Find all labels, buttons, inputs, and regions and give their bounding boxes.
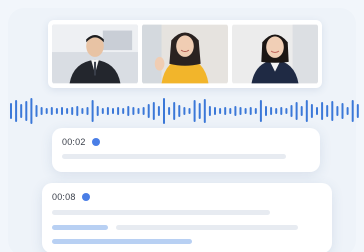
waveform-bar <box>40 107 43 115</box>
video-tile-participant-1[interactable] <box>52 24 138 84</box>
waveform-bar <box>300 106 303 116</box>
video-tile-participant-3[interactable] <box>232 24 318 84</box>
audio-waveform <box>8 96 364 126</box>
waveform-bar <box>280 107 283 115</box>
waveform-bar <box>208 106 211 116</box>
waveform-bar <box>30 98 33 124</box>
waveform-bar <box>137 108 140 114</box>
participant-avatar-woman-navy <box>232 24 318 84</box>
waveform-bar <box>275 108 278 114</box>
transcript-highlight-line <box>52 225 108 230</box>
waveform-bar <box>229 108 232 114</box>
waveform-bar <box>321 102 324 120</box>
waveform-bar <box>117 107 120 115</box>
waveform-bar <box>244 108 247 114</box>
waveform-bar <box>157 106 160 116</box>
waveform-bar <box>259 100 262 122</box>
waveform-bar <box>305 100 308 122</box>
timestamp: 00:08 <box>52 192 76 202</box>
waveform-bar <box>183 107 186 115</box>
transcript-highlight-line <box>52 239 192 244</box>
waveform-bar <box>152 102 155 120</box>
waveform-bar <box>96 106 99 116</box>
transcript-placeholder-line <box>52 210 270 215</box>
waveform-bar <box>219 108 222 114</box>
transcript-placeholder-line <box>116 225 298 230</box>
waveform-bar <box>270 107 273 115</box>
waveform-bar <box>336 106 339 116</box>
waveform-bar <box>147 104 150 118</box>
waveform-bar <box>224 107 227 115</box>
waveform-bar <box>10 103 12 119</box>
waveform-bar <box>290 105 293 117</box>
waveform-bar <box>214 107 216 115</box>
waveform-bar <box>71 107 74 115</box>
waveform-bar <box>331 101 334 121</box>
transcript-placeholder-line <box>62 154 286 159</box>
transcript-entry-1[interactable]: 00:02 <box>52 128 320 172</box>
waveform-bar <box>239 107 242 115</box>
participant-avatar-man <box>52 24 138 84</box>
waveform-bar <box>81 108 84 114</box>
waveform-bar <box>341 103 344 119</box>
waveform-bar <box>61 107 63 115</box>
timestamp: 00:02 <box>62 137 86 147</box>
waveform-bar <box>50 107 53 115</box>
waveform-bar <box>193 100 196 122</box>
waveform-bar <box>346 107 349 115</box>
transcript-entry-2[interactable]: 00:08 <box>42 183 332 252</box>
waveform-bar <box>20 104 23 118</box>
waveform-bar <box>356 104 359 118</box>
waveform-bar <box>45 108 48 114</box>
waveform-bar <box>106 107 109 115</box>
waveform-bar <box>76 106 79 116</box>
waveform-bar <box>86 107 89 115</box>
waveform-bar <box>203 99 206 123</box>
waveform-bar <box>310 104 313 118</box>
waveform-bar <box>132 107 135 115</box>
waveform-bar <box>173 102 176 120</box>
waveform-bar <box>198 103 201 119</box>
waveform-bar <box>178 105 181 117</box>
waveform-bar <box>127 106 130 116</box>
waveform-bar <box>295 102 298 120</box>
waveform-bar <box>168 107 171 115</box>
waveform-bar <box>101 108 104 114</box>
waveform-bar <box>249 107 252 115</box>
speaker-indicator-icon <box>92 138 100 146</box>
waveform-bar <box>188 108 191 114</box>
waveform-bar <box>234 106 237 116</box>
waveform-bar <box>142 107 145 115</box>
waveform-bar <box>122 108 125 114</box>
waveform-bar <box>254 108 257 114</box>
waveform-bar <box>66 108 69 114</box>
waveform-bar <box>15 100 18 122</box>
video-tile-participant-2[interactable] <box>142 24 228 84</box>
waveform-bar <box>265 106 267 116</box>
waveform-bar <box>163 98 165 124</box>
waveform-bar <box>316 107 318 115</box>
waveform-bar <box>25 101 28 121</box>
waveform-bar <box>351 100 354 122</box>
video-call-strip <box>48 20 322 88</box>
waveform-bar <box>91 100 94 122</box>
waveform-bar <box>326 105 329 117</box>
speaker-indicator-icon <box>82 193 90 201</box>
waveform-bar <box>35 105 38 117</box>
participant-avatar-woman-yellow <box>142 24 228 84</box>
waveform-bar <box>112 108 114 114</box>
waveform-bar <box>55 108 58 114</box>
waveform-bar <box>285 108 288 114</box>
